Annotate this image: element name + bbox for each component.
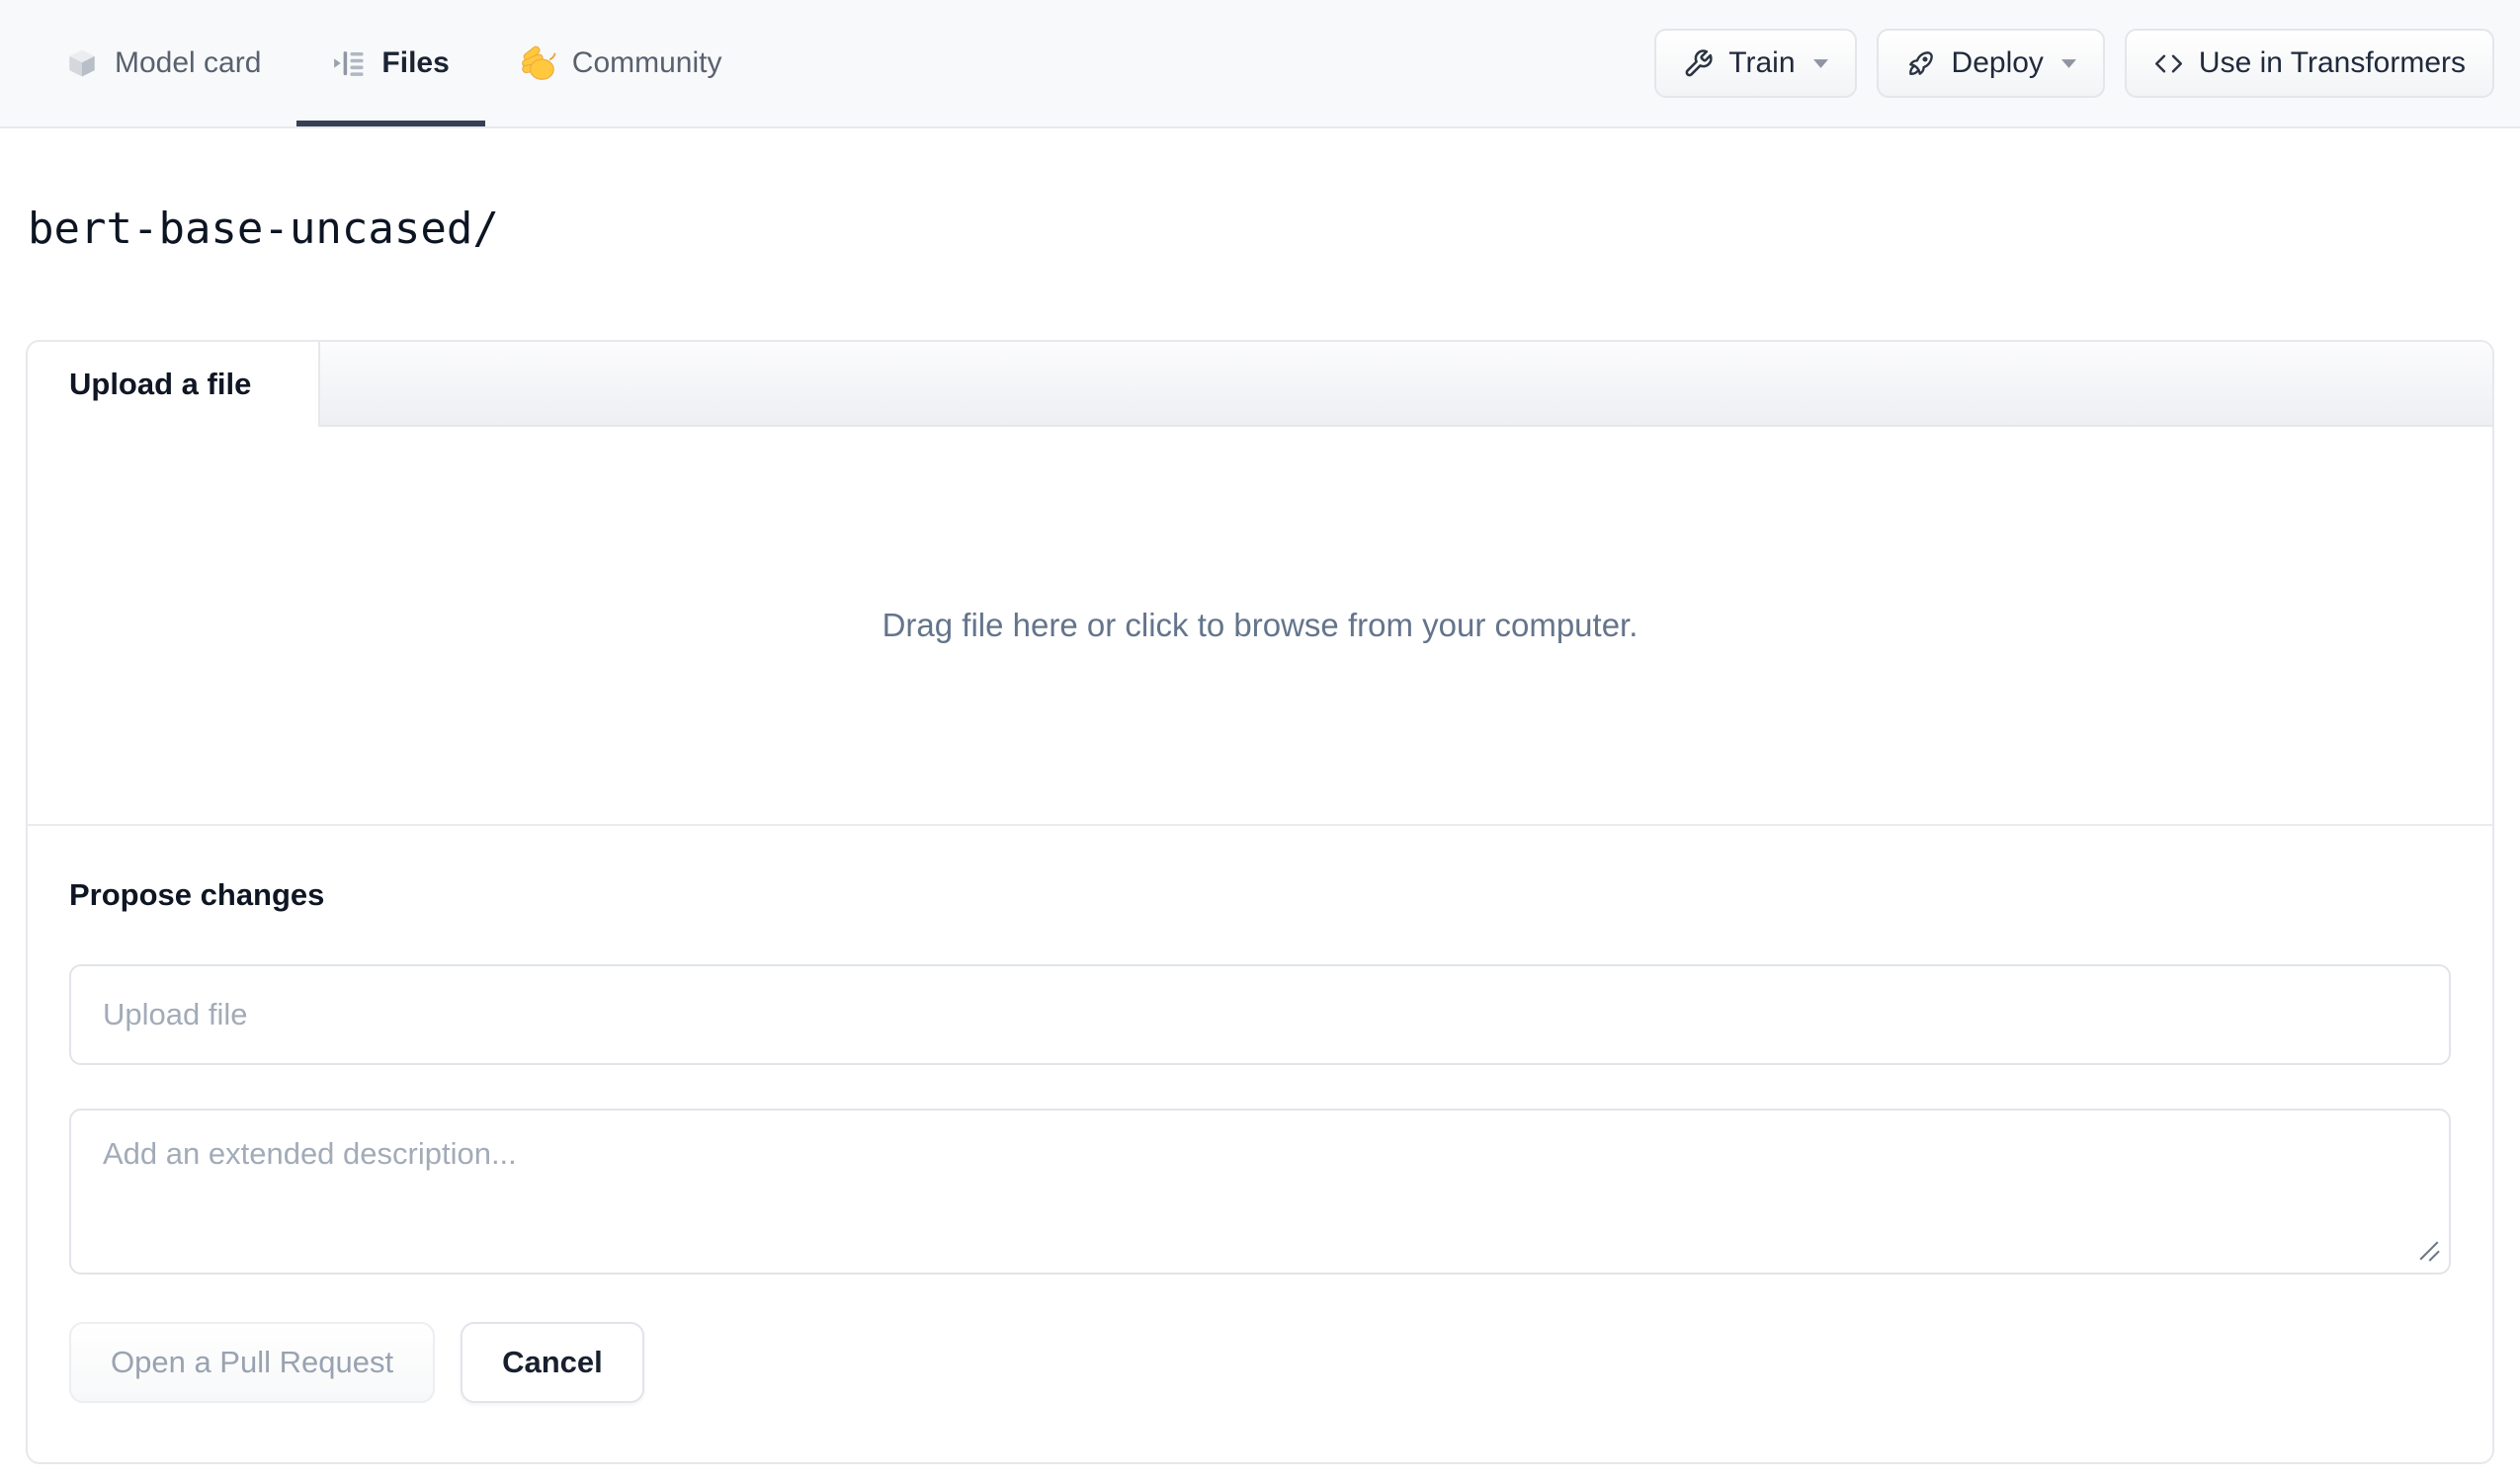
form-actions: Open a Pull Request Cancel [69,1322,2451,1403]
breadcrumb: bert-base-uncased/ [0,128,2520,257]
upload-card: Upload a file Drag file here or click to… [26,340,2494,1464]
deploy-button[interactable]: Deploy [1876,29,2105,98]
propose-changes-section: Propose changes Open a Pull Request Canc… [28,826,2492,1403]
upload-file-input[interactable] [69,964,2451,1065]
nav-tab-model-card[interactable]: Model card [30,0,296,126]
file-dropzone[interactable]: Drag file here or click to browse from y… [28,427,2492,826]
use-in-transformers-button-label: Use in Transformers [2198,46,2466,79]
cancel-button[interactable]: Cancel [461,1322,644,1403]
deploy-button-label: Deploy [1951,46,2044,79]
train-button-label: Train [1728,46,1796,79]
repo-nav: Model card Files Community Train Deploy … [0,0,2520,128]
upload-card-tabbar: Upload a file [28,342,2492,427]
use-in-transformers-button[interactable]: Use in Transformers [2124,29,2494,98]
nav-tab-label: Files [381,46,450,79]
resize-handle-icon[interactable] [2415,1237,2441,1263]
open-pull-request-button[interactable]: Open a Pull Request [69,1322,436,1403]
description-field-wrap [69,1109,2451,1275]
code-icon [2153,48,2184,79]
nav-tab-label: Model card [115,46,262,79]
wrench-icon [1683,48,1714,79]
tab-upload-a-file-label: Upload a file [69,367,252,401]
repo-path-link[interactable]: bert-base-uncased/ [28,204,499,254]
repo-action-buttons: Train Deploy Use in Transformers [1654,0,2494,126]
rocket-icon [1905,47,1937,79]
nav-tab-community[interactable]: Community [485,0,758,126]
propose-changes-heading: Propose changes [69,877,325,912]
file-tree-icon [332,46,366,80]
repo-nav-tabs: Model card Files Community [30,0,757,126]
caret-down-icon [2060,58,2076,68]
dropzone-text: Drag file here or click to browse from y… [882,607,1638,643]
caret-down-icon [1812,58,1828,68]
train-button[interactable]: Train [1654,29,1857,98]
tabbar-filler [320,342,2492,427]
waving-hand-icon [521,45,556,81]
nav-tab-label: Community [571,46,722,79]
extended-description-textarea[interactable] [69,1109,2451,1275]
tab-upload-a-file[interactable]: Upload a file [28,342,320,427]
nav-tab-files[interactable]: Files [296,0,484,126]
cube-icon [65,46,99,80]
